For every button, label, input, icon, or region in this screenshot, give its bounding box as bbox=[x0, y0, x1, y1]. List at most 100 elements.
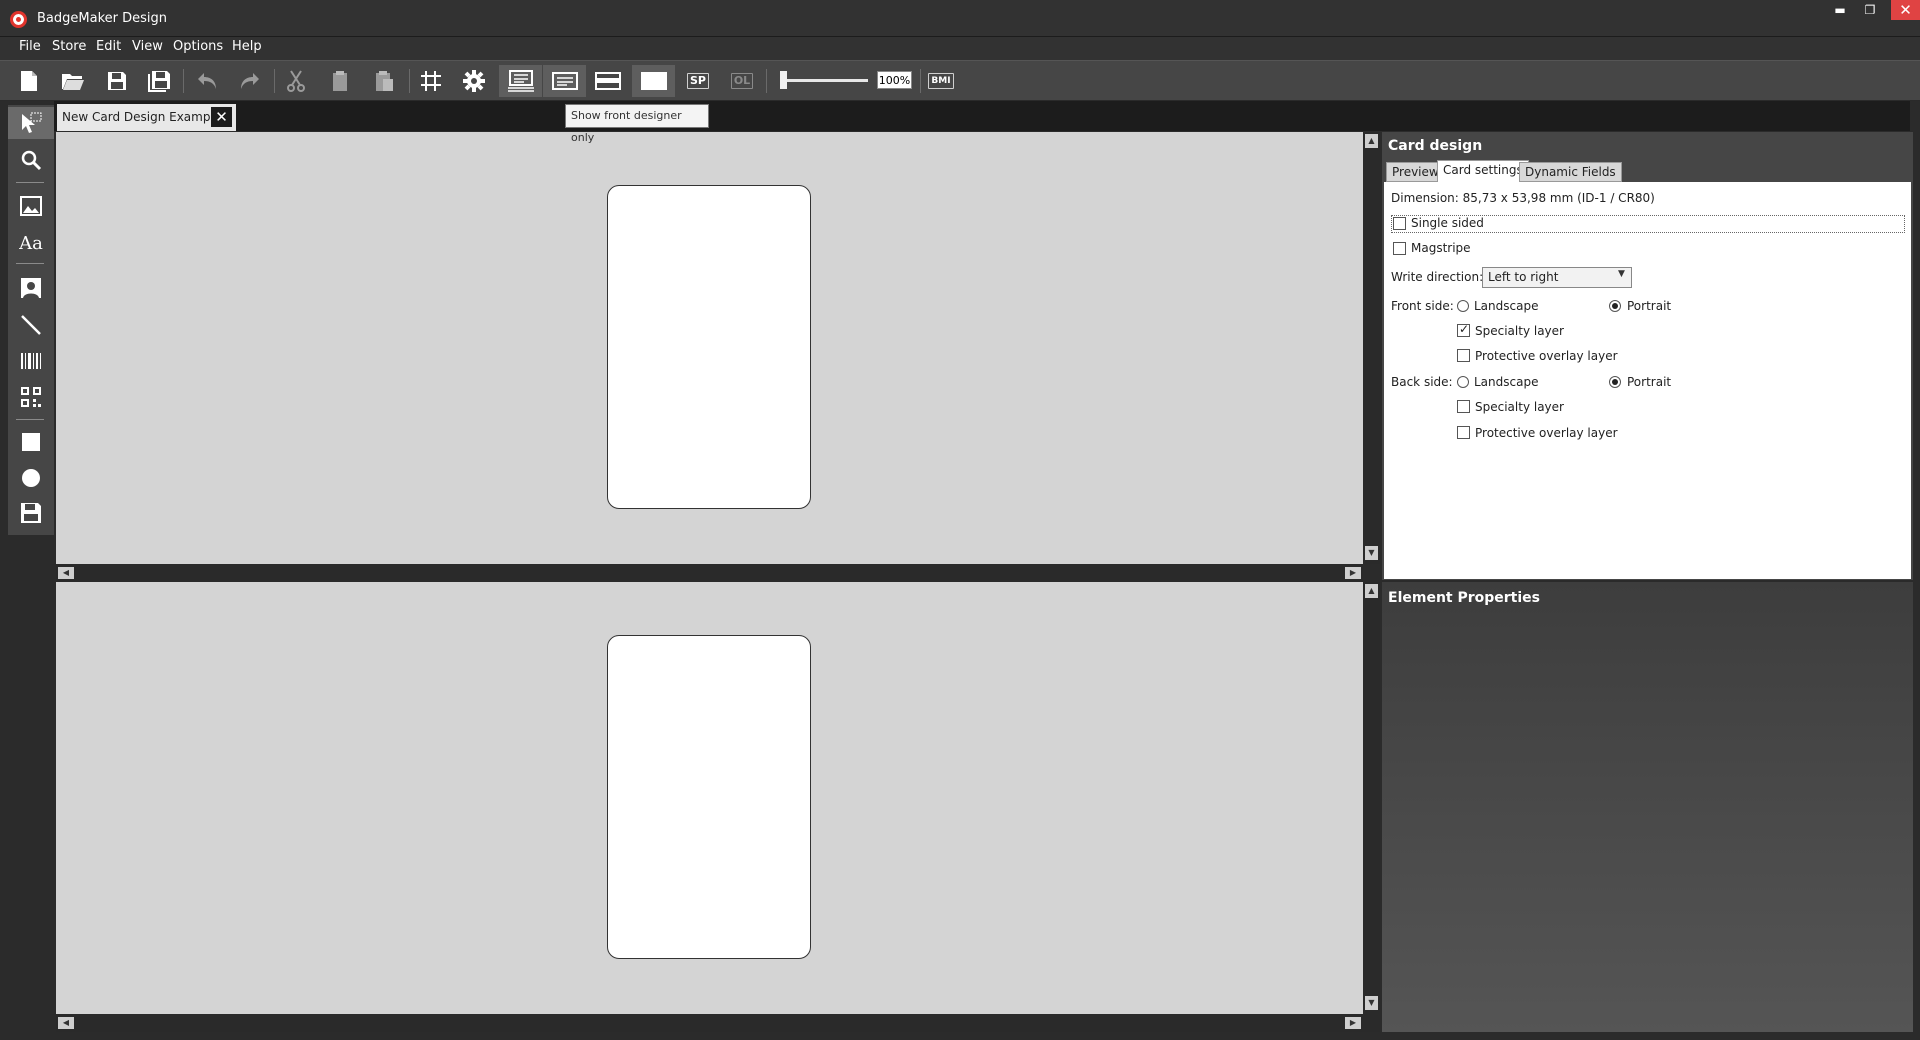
document-tab-strip bbox=[54, 101, 1910, 131]
back-portrait-label[interactable]: Portrait bbox=[1627, 375, 1671, 389]
save-as-icon[interactable] bbox=[143, 65, 177, 97]
write-direction-value: Left to right bbox=[1488, 270, 1559, 284]
front-specialty-layer-checkbox[interactable] bbox=[1457, 322, 1470, 337]
scroll-down-icon[interactable]: ▼ bbox=[1365, 546, 1378, 560]
specialty-layer-button[interactable]: SP bbox=[681, 65, 715, 97]
scroll-left-icon[interactable]: ◀ bbox=[58, 1017, 74, 1029]
back-vertical-scrollbar[interactable]: ▲ ▼ bbox=[1363, 582, 1380, 1032]
front-vertical-scrollbar[interactable]: ▲ ▼ bbox=[1363, 132, 1380, 564]
toolbar-separator bbox=[920, 69, 921, 93]
bmi-button[interactable]: BMI bbox=[924, 65, 958, 97]
toolbar-separator bbox=[409, 69, 410, 93]
document-tab[interactable]: New Card Design Example ✕ bbox=[57, 104, 236, 131]
chevron-down-icon: ▼ bbox=[1618, 269, 1625, 279]
dimension-text: Dimension: 85,73 x 53,98 mm (ID-1 / CR80… bbox=[1391, 191, 1655, 205]
zoom-slider-track[interactable] bbox=[786, 79, 868, 82]
front-specialty-layer-label[interactable]: Specialty layer bbox=[1475, 324, 1564, 338]
restore-button[interactable]: ❐ bbox=[1856, 0, 1884, 20]
back-horizontal-scrollbar[interactable]: ◀ ▶ bbox=[56, 1014, 1363, 1032]
save-icon[interactable] bbox=[100, 65, 134, 97]
front-horizontal-scrollbar[interactable]: ◀ ▶ bbox=[56, 564, 1363, 582]
tooltip: Show front designer only bbox=[565, 104, 709, 144]
show-front-back-designer-button[interactable] bbox=[499, 65, 542, 97]
ellipse-tool-icon[interactable] bbox=[8, 462, 54, 494]
magstripe-label[interactable]: Magstripe bbox=[1411, 241, 1471, 255]
write-direction-label: Write direction: bbox=[1391, 270, 1484, 284]
front-card-surface[interactable] bbox=[607, 185, 811, 509]
scroll-up-icon[interactable]: ▲ bbox=[1365, 584, 1378, 598]
cut-icon[interactable] bbox=[279, 65, 313, 97]
back-specialty-layer-label[interactable]: Specialty layer bbox=[1475, 400, 1564, 414]
sp-label: SP bbox=[687, 73, 709, 89]
tool-separator bbox=[16, 182, 44, 183]
paste-icon[interactable] bbox=[367, 65, 401, 97]
rectangle-tool-icon[interactable] bbox=[8, 426, 54, 458]
element-properties-panel bbox=[1382, 582, 1913, 1032]
back-specialty-layer-checkbox[interactable] bbox=[1457, 400, 1470, 413]
ol-label: OL bbox=[730, 73, 754, 89]
menu-view[interactable]: View bbox=[132, 39, 163, 54]
magstripe-checkbox[interactable] bbox=[1393, 242, 1406, 255]
front-landscape-label[interactable]: Landscape bbox=[1474, 299, 1538, 313]
close-window-button[interactable]: ✕ bbox=[1891, 0, 1920, 20]
show-front-designer-only-button[interactable] bbox=[543, 65, 586, 97]
redo-icon[interactable] bbox=[233, 65, 267, 97]
scroll-left-icon[interactable]: ◀ bbox=[58, 567, 74, 579]
menu-bar: File Store Edit View Options Help bbox=[0, 37, 1920, 60]
save-element-icon[interactable] bbox=[8, 497, 54, 529]
front-protective-overlay-checkbox[interactable] bbox=[1457, 349, 1470, 362]
toolbar-separator bbox=[183, 69, 184, 93]
back-protective-overlay-label[interactable]: Protective overlay layer bbox=[1475, 426, 1618, 440]
front-portrait-radio[interactable] bbox=[1609, 300, 1621, 312]
open-folder-icon[interactable] bbox=[56, 65, 90, 97]
copy-icon[interactable] bbox=[323, 65, 357, 97]
back-portrait-radio[interactable] bbox=[1609, 376, 1621, 388]
single-sided-checkbox[interactable] bbox=[1393, 217, 1406, 230]
back-landscape-label[interactable]: Landscape bbox=[1474, 375, 1538, 389]
back-card-surface[interactable] bbox=[607, 635, 811, 959]
photo-portrait-icon[interactable] bbox=[8, 272, 54, 304]
front-landscape-radio[interactable] bbox=[1457, 300, 1469, 312]
menu-options[interactable]: Options bbox=[173, 39, 223, 54]
menu-edit[interactable]: Edit bbox=[96, 39, 121, 54]
pointer-select-icon[interactable] bbox=[8, 107, 54, 139]
scroll-right-icon[interactable]: ▶ bbox=[1345, 567, 1361, 579]
scroll-right-icon[interactable]: ▶ bbox=[1345, 1017, 1361, 1029]
menu-store[interactable]: Store bbox=[52, 39, 86, 54]
qr-code-icon[interactable] bbox=[8, 381, 54, 413]
single-sided-label[interactable]: Single sided bbox=[1411, 216, 1484, 230]
overlay-layer-button[interactable]: OL bbox=[725, 65, 759, 97]
scroll-down-icon[interactable]: ▼ bbox=[1365, 996, 1378, 1010]
toolbar-separator bbox=[274, 69, 275, 93]
line-tool-icon[interactable] bbox=[8, 309, 54, 341]
tab-card-settings[interactable]: Card settings bbox=[1437, 160, 1529, 182]
tab-dynamic-fields[interactable]: Dynamic Fields bbox=[1519, 162, 1622, 182]
menu-file[interactable]: File bbox=[19, 39, 41, 54]
minimize-button[interactable]: ▬ bbox=[1826, 0, 1854, 20]
write-direction-select[interactable]: Left to right bbox=[1482, 267, 1632, 288]
front-protective-overlay-label[interactable]: Protective overlay layer bbox=[1475, 349, 1618, 363]
toolbar: SP OL BMI bbox=[0, 60, 1920, 101]
zoom-slider-thumb[interactable] bbox=[780, 71, 787, 89]
scroll-up-icon[interactable]: ▲ bbox=[1365, 134, 1378, 148]
settings-gear-icon[interactable] bbox=[457, 65, 491, 97]
tab-preview[interactable]: Preview bbox=[1386, 162, 1445, 182]
barcode-icon[interactable] bbox=[8, 345, 54, 377]
back-landscape-radio[interactable] bbox=[1457, 376, 1469, 388]
back-side-label: Back side: bbox=[1391, 375, 1453, 389]
zoom-value-field[interactable]: 100% bbox=[877, 71, 912, 89]
blank-card-view-button[interactable] bbox=[632, 65, 675, 97]
menu-help[interactable]: Help bbox=[232, 39, 262, 54]
tool-separator bbox=[16, 419, 44, 420]
undo-icon[interactable] bbox=[190, 65, 224, 97]
close-tab-icon[interactable]: ✕ bbox=[211, 107, 232, 127]
front-portrait-label[interactable]: Portrait bbox=[1627, 299, 1671, 313]
title-bar: BadgeMaker Design ▬ ❐ ✕ bbox=[0, 0, 1920, 37]
back-protective-overlay-checkbox[interactable] bbox=[1457, 426, 1470, 439]
image-tool-icon[interactable] bbox=[8, 190, 54, 222]
show-back-designer-only-button[interactable] bbox=[591, 65, 625, 97]
text-tool-icon[interactable]: Aa bbox=[8, 227, 54, 259]
grid-icon[interactable] bbox=[414, 65, 448, 97]
zoom-magnifier-icon[interactable] bbox=[8, 144, 54, 176]
new-file-icon[interactable] bbox=[12, 65, 46, 97]
